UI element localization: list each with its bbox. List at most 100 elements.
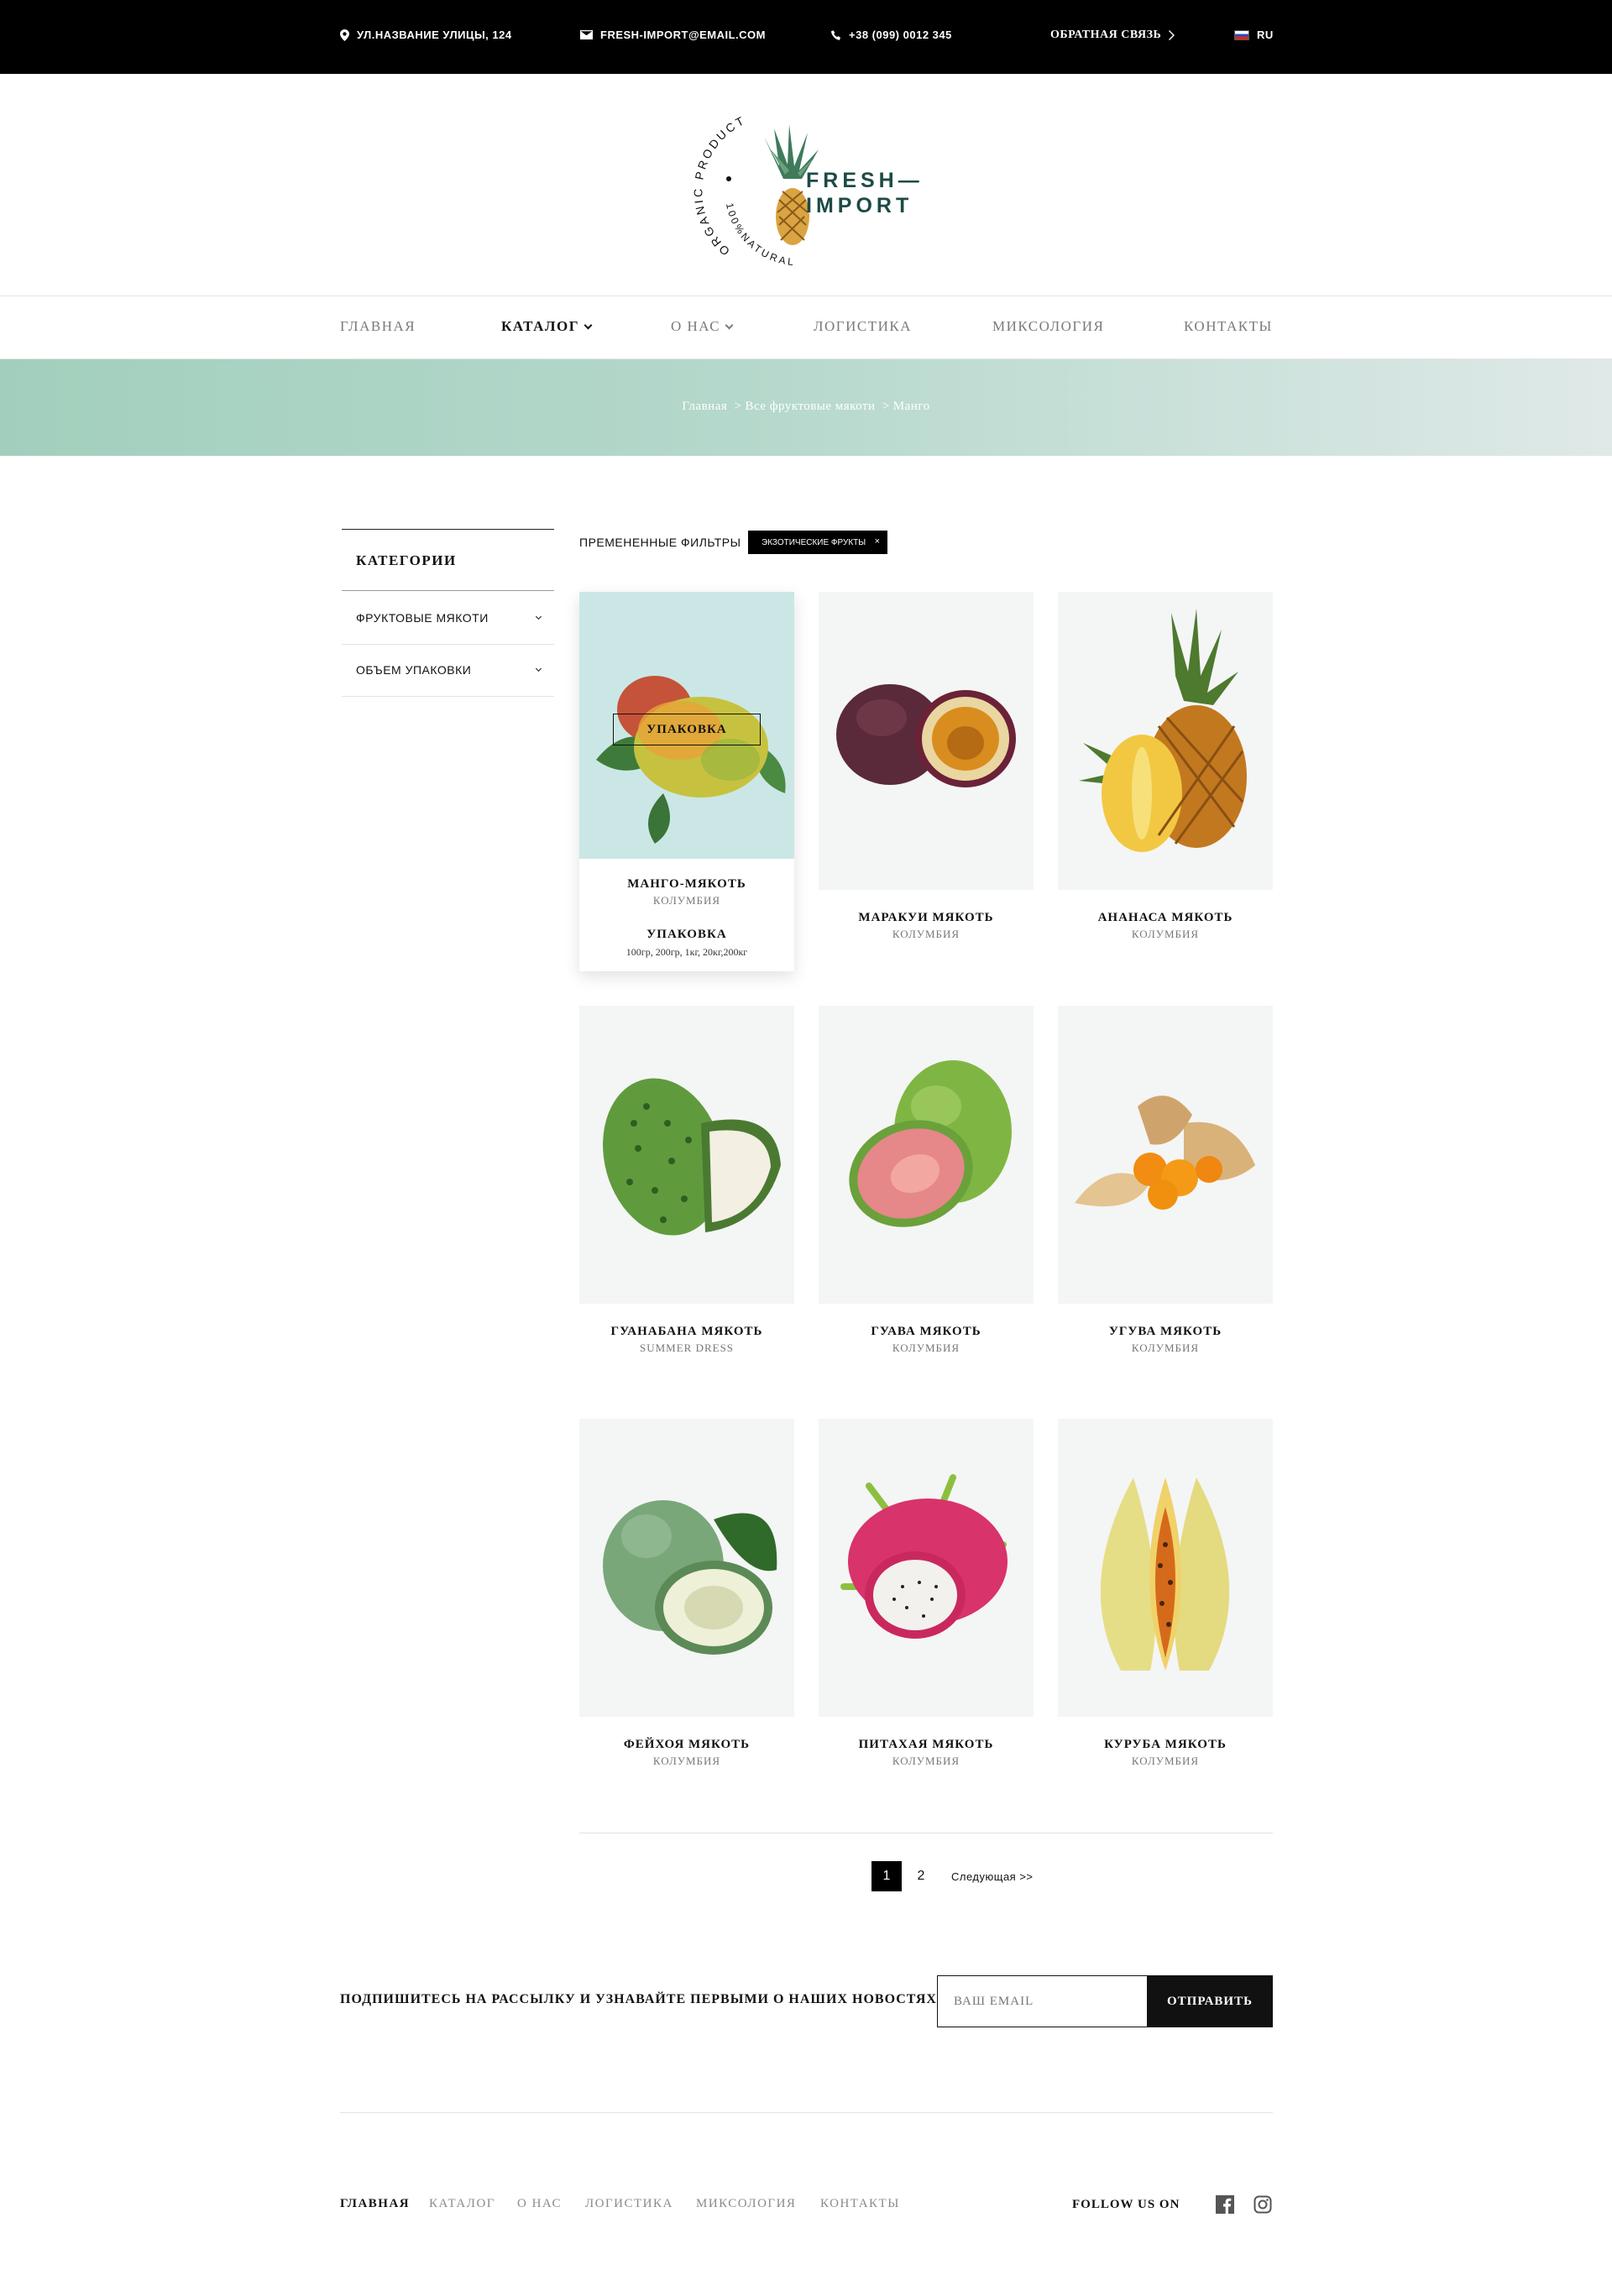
- footer-link-home[interactable]: ГЛАВНАЯ: [340, 2197, 410, 2211]
- address-text: УЛ.НАЗВАНИЕ УЛИЦЫ, 124: [357, 29, 512, 41]
- breadcrumb-separator: >: [882, 400, 890, 413]
- nav-item-home[interactable]: ГЛАВНАЯ: [340, 318, 416, 335]
- feedback-link[interactable]: ОБРАТНАЯ СВЯЗЬ: [1050, 29, 1175, 42]
- curuba-image: [1058, 1419, 1273, 1717]
- physalis-image: [1058, 1006, 1273, 1304]
- product-card[interactable]: УГУВА МЯКОТЬ КОЛУМБИЯ: [1058, 1006, 1273, 1354]
- nav-item-mixology[interactable]: МИКСОЛОГИЯ: [992, 318, 1104, 335]
- breadcrumb-current: Манго: [892, 400, 930, 413]
- product-card[interactable]: УПАКОВКА МАНГО-МЯКОТЬ КОЛУМБИЯ УПАКОВКА …: [579, 592, 794, 971]
- nav-item-logistics[interactable]: ЛОГИСТИКА: [814, 318, 912, 335]
- email-text[interactable]: FRESH-IMPORT@EMAIL.COM: [600, 29, 766, 41]
- product-card[interactable]: ПИТАХАЯ МЯКОТЬ КОЛУМБИЯ: [819, 1419, 1034, 1767]
- nav-label-contacts: КОНТАКТЫ: [1184, 318, 1273, 334]
- logo-wordmark[interactable]: FRESH— IMPORT: [806, 168, 924, 218]
- package-title: УПАКОВКА: [646, 928, 727, 941]
- next-page-link[interactable]: Следующая >>: [951, 1870, 1034, 1883]
- package-button[interactable]: УПАКОВКА: [613, 714, 761, 745]
- top-bar: УЛ.НАЗВАНИЕ УЛИЦЫ, 124 FRESH-IMPORT@EMAI…: [0, 0, 1612, 74]
- sidebar-item-label: ОБЪЕМ УПАКОВКИ: [356, 663, 472, 677]
- applied-filters-label: ПРЕМЕНЕННЫЕ ФИЛЬТРЫ: [579, 536, 741, 549]
- product-card[interactable]: АНАНАСА МЯКОТЬ КОЛУМБИЯ: [1058, 592, 1273, 940]
- footer-link-logistics[interactable]: ЛОГИСТИКА: [585, 2197, 673, 2211]
- footer-link-about[interactable]: О НАС: [517, 2197, 562, 2211]
- product-card[interactable]: ГУАВА МЯКОТЬ КОЛУМБИЯ: [819, 1006, 1034, 1354]
- product-name[interactable]: МАНГО-МЯКОТЬ: [579, 877, 794, 892]
- logo-line-1: FRESH—: [806, 169, 924, 192]
- close-icon[interactable]: ×: [875, 536, 880, 547]
- breadcrumb: Главная > Все фруктовые мякоти > Манго: [0, 400, 1612, 414]
- product-name[interactable]: АНАНАСА МЯКОТЬ: [1058, 911, 1273, 925]
- package-sizes: 100гр, 200гр, 1кг, 20кг,200кг: [625, 946, 748, 958]
- product-origin: КОЛУМБИЯ: [652, 894, 721, 907]
- product-origin: КОЛУМБИЯ: [1131, 1755, 1200, 1767]
- nav-label-about: О НАС: [671, 318, 721, 334]
- instagram-icon[interactable]: [1253, 2195, 1272, 2214]
- email-item[interactable]: FRESH-IMPORT@EMAIL.COM: [580, 29, 766, 41]
- footer-divider: [340, 2112, 1273, 2113]
- product-origin: КОЛУМБИЯ: [892, 1342, 960, 1354]
- language-label: RU: [1257, 29, 1274, 41]
- product-name[interactable]: ФЕЙХОЯ МЯКОТЬ: [579, 1738, 794, 1752]
- product-origin: КОЛУМБИЯ: [892, 1755, 960, 1767]
- footer-link-contacts[interactable]: КОНТАКТЫ: [820, 2197, 900, 2211]
- footer-link-mixology[interactable]: МИКСОЛОГИЯ: [696, 2197, 796, 2211]
- nav-label-home: ГЛАВНАЯ: [340, 318, 416, 334]
- product-origin: SUMMER DRESS: [639, 1342, 735, 1354]
- page-banner: Главная > Все фруктовые мякоти > Манго: [0, 359, 1612, 456]
- phone-icon: [831, 29, 840, 40]
- product-name[interactable]: ГУАНАБАНА МЯКОТЬ: [579, 1325, 794, 1339]
- feijoa-image: [579, 1419, 794, 1717]
- filter-tag-exotic-fruits[interactable]: ЭКЗОТИЧЕСКИЕ ФРУКТЫ ×: [748, 531, 887, 554]
- nav-item-catalog[interactable]: КАТАЛОГ: [501, 318, 593, 335]
- newsletter-email-input[interactable]: ВАШ EMAIL: [937, 1975, 1147, 2027]
- soursop-image: [579, 1006, 794, 1304]
- sidebar-item-package-volume[interactable]: ОБЪЕМ УПАКОВКИ: [342, 645, 554, 697]
- chevron-down-icon: [725, 321, 734, 330]
- newsletter-submit-button[interactable]: ОТПРАВИТЬ: [1147, 1975, 1273, 2027]
- main-navigation: ГЛАВНАЯ КАТАЛОГ О НАС ЛОГИСТИКА МИКСОЛОГ…: [0, 295, 1612, 359]
- russian-flag-icon: [1234, 29, 1249, 40]
- sidebar-item-fruit-pulps[interactable]: ФРУКТОВЫЕ МЯКОТИ: [342, 593, 554, 645]
- logo-line-2: IMPORT: [806, 194, 913, 217]
- nav-item-about[interactable]: О НАС: [671, 318, 734, 335]
- nav-label-logistics: ЛОГИСТИКА: [814, 318, 913, 334]
- facebook-icon[interactable]: [1216, 2195, 1234, 2214]
- product-origin: КОЛУМБИЯ: [1131, 1342, 1200, 1354]
- product-card[interactable]: КУРУБА МЯКОТЬ КОЛУМБИЯ: [1058, 1419, 1273, 1767]
- passion-fruit-image: [819, 592, 1034, 890]
- phone-item[interactable]: +38 (099) 0012 345: [831, 29, 952, 41]
- footer-link-catalog[interactable]: КАТАЛОГ: [429, 2197, 495, 2211]
- product-name[interactable]: ПИТАХАЯ МЯКОТЬ: [819, 1738, 1034, 1752]
- follow-us-label: FOLLOW US ON: [1072, 2198, 1180, 2211]
- product-card[interactable]: МАРАКУИ МЯКОТЬ КОЛУМБИЯ: [819, 592, 1034, 940]
- breadcrumb-section[interactable]: Все фруктовые мякоти: [745, 400, 875, 413]
- pineapple-image: [1058, 592, 1273, 890]
- chevron-down-icon: [535, 665, 542, 672]
- product-origin: КОЛУМБИЯ: [892, 928, 960, 940]
- product-name[interactable]: МАРАКУИ МЯКОТЬ: [819, 911, 1034, 925]
- product-name[interactable]: УГУВА МЯКОТЬ: [1058, 1325, 1273, 1339]
- product-card[interactable]: ФЕЙХОЯ МЯКОТЬ КОЛУМБИЯ: [579, 1419, 794, 1767]
- breadcrumb-separator: >: [734, 400, 742, 413]
- phone-text[interactable]: +38 (099) 0012 345: [849, 29, 952, 41]
- chevron-right-icon: [1169, 30, 1175, 40]
- chevron-down-icon: [535, 613, 542, 620]
- chevron-down-icon: [584, 321, 593, 330]
- product-name[interactable]: ГУАВА МЯКОТЬ: [819, 1325, 1034, 1339]
- nav-item-contacts[interactable]: КОНТАКТЫ: [1184, 318, 1273, 335]
- page-button-2[interactable]: 2: [906, 1861, 936, 1891]
- sidebar-item-label: ФРУКТОВЫЕ МЯКОТИ: [356, 611, 489, 625]
- language-switcher[interactable]: RU: [1234, 29, 1274, 41]
- product-origin: КОЛУМБИЯ: [652, 1755, 721, 1767]
- product-name[interactable]: КУРУБА МЯКОТЬ: [1058, 1738, 1273, 1752]
- product-card[interactable]: ГУАНАБАНА МЯКОТЬ SUMMER DRESS: [579, 1006, 794, 1354]
- guava-image: [819, 1006, 1034, 1304]
- address-item: УЛ.НАЗВАНИЕ УЛИЦЫ, 124: [340, 29, 512, 41]
- feedback-label: ОБРАТНАЯ СВЯЗЬ: [1050, 29, 1162, 41]
- product-origin: КОЛУМБИЯ: [1131, 928, 1200, 940]
- page-button-1[interactable]: 1: [871, 1861, 902, 1891]
- sidebar-title: КАТЕГОРИИ: [356, 552, 457, 568]
- nav-label-catalog: КАТАЛОГ: [501, 318, 580, 334]
- breadcrumb-home[interactable]: Главная: [682, 400, 727, 413]
